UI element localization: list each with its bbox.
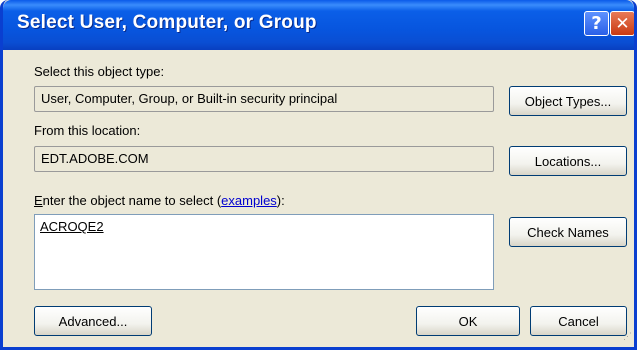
question-mark-icon: ? (591, 13, 602, 34)
advanced-button-label: Advanced... (58, 313, 128, 329)
object-name-value: ACROQE2 (40, 219, 104, 234)
ok-button-label: OK (458, 313, 478, 329)
close-icon: ✕ (615, 13, 630, 34)
close-button[interactable]: ✕ (610, 11, 634, 36)
location-label: From this location: (34, 123, 141, 138)
dialog-title: Select User, Computer, or Group (17, 12, 317, 33)
help-button[interactable]: ? (584, 11, 609, 36)
location-field: EDT.ADOBE.COM (34, 146, 494, 172)
object-types-button[interactable]: Object Types... (509, 86, 627, 116)
object-type-value: User, Computer, Group, or Built-in secur… (41, 91, 338, 106)
check-names-button-label: Check Names (527, 224, 609, 240)
ok-button[interactable]: OK (416, 306, 520, 336)
advanced-button[interactable]: Advanced... (34, 306, 152, 336)
object-type-field: User, Computer, Group, or Built-in secur… (34, 86, 494, 112)
object-name-label-text: nter the object name to select ( (42, 193, 222, 208)
object-name-label-suffix: ): (276, 193, 285, 208)
object-type-label: Select this object type: (34, 64, 165, 79)
resize-grip-icon[interactable]: ⋰ (620, 332, 632, 345)
object-name-label-accelerator: E (34, 193, 43, 208)
cancel-button-label: Cancel (558, 313, 599, 329)
locations-button-label: Locations... (534, 153, 602, 169)
examples-link[interactable]: examples (221, 193, 277, 208)
location-value: EDT.ADOBE.COM (41, 151, 149, 166)
object-types-button-label: Object Types... (524, 93, 612, 109)
locations-button[interactable]: Locations... (509, 146, 627, 176)
check-names-button[interactable]: Check Names (509, 217, 627, 247)
select-user-dialog: Select User, Computer, or Group ? ✕ Sele… (0, 0, 637, 350)
object-name-textarea[interactable]: ACROQE2 (34, 214, 494, 290)
title-bar[interactable]: Select User, Computer, or Group ? ✕ (3, 0, 634, 50)
object-name-label: Enter the object name to select (example… (34, 193, 285, 208)
cancel-button[interactable]: Cancel (530, 306, 627, 336)
